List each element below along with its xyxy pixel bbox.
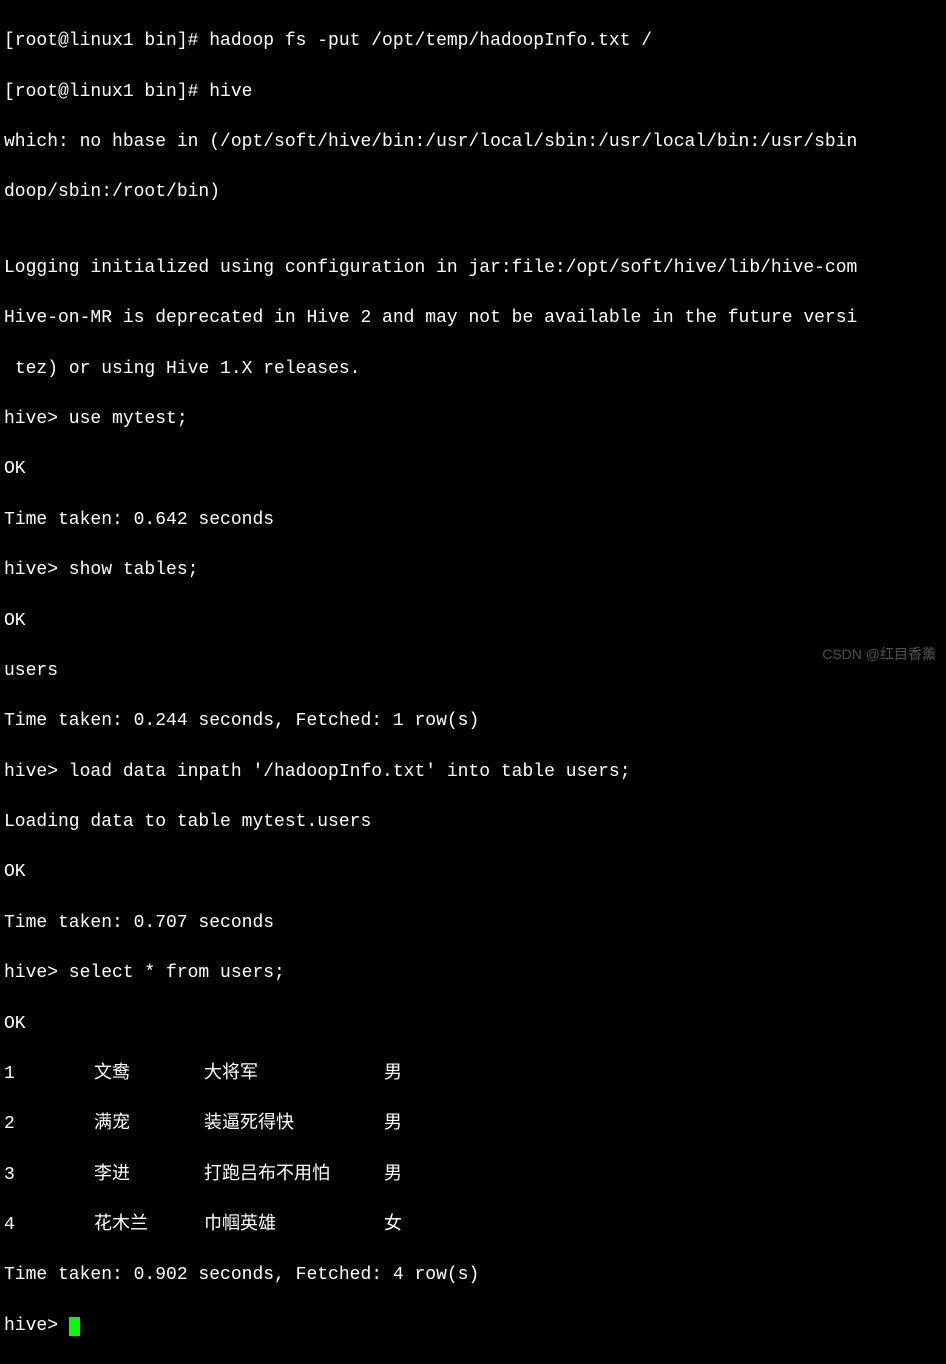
table-row: 4 花木兰 巾帼英雄 女 xyxy=(4,1213,942,1238)
ok-line: OK xyxy=(4,1012,942,1037)
table-row: 1 文鸯 大将军 男 xyxy=(4,1062,942,1087)
hive-command: hive> show tables; xyxy=(4,558,942,583)
cell-gender: 女 xyxy=(384,1213,444,1238)
cell-gender: 男 xyxy=(384,1062,444,1087)
prompt-text: hive> xyxy=(4,1316,69,1336)
cell-title: 打跑吕布不用怕 xyxy=(204,1163,384,1188)
cursor xyxy=(69,1317,80,1336)
cell-id: 2 xyxy=(4,1112,94,1137)
time-taken-line: Time taken: 0.642 seconds xyxy=(4,508,942,533)
cell-gender: 男 xyxy=(384,1163,444,1188)
cell-name: 满宠 xyxy=(94,1112,204,1137)
cell-name: 花木兰 xyxy=(94,1213,204,1238)
ok-line: OK xyxy=(4,457,942,482)
table-row: 3 李进 打跑吕布不用怕 男 xyxy=(4,1163,942,1188)
output-line: which: no hbase in (/opt/soft/hive/bin:/… xyxy=(4,130,942,155)
cell-name: 李进 xyxy=(94,1163,204,1188)
output-line: Loading data to table mytest.users xyxy=(4,810,942,835)
ok-line: OK xyxy=(4,609,942,634)
hive-command: hive> load data inpath '/hadoopInfo.txt'… xyxy=(4,760,942,785)
command-line: [root@linux1 bin]# hive xyxy=(4,80,942,105)
time-taken-line: Time taken: 0.902 seconds, Fetched: 4 ro… xyxy=(4,1263,942,1288)
output-line: tez) or using Hive 1.X releases. xyxy=(4,357,942,382)
watermark: CSDN @红目香薰 xyxy=(822,645,936,665)
output-line: Hive-on-MR is deprecated in Hive 2 and m… xyxy=(4,306,942,331)
time-taken-line: Time taken: 0.707 seconds xyxy=(4,911,942,936)
prompt-line[interactable]: hive> xyxy=(4,1314,942,1339)
cell-title: 大将军 xyxy=(204,1062,384,1087)
terminal-output[interactable]: [root@linux1 bin]# hadoop fs -put /opt/t… xyxy=(4,4,942,1364)
output-line: doop/sbin:/root/bin) xyxy=(4,180,942,205)
cell-id: 4 xyxy=(4,1213,94,1238)
hive-command: hive> select * from users; xyxy=(4,961,942,986)
cell-id: 3 xyxy=(4,1163,94,1188)
table-row: 2 满宠 装逼死得快 男 xyxy=(4,1112,942,1137)
ok-line: OK xyxy=(4,860,942,885)
cell-gender: 男 xyxy=(384,1112,444,1137)
cell-title: 巾帼英雄 xyxy=(204,1213,384,1238)
command-line: [root@linux1 bin]# hadoop fs -put /opt/t… xyxy=(4,29,942,54)
output-line: Logging initialized using configuration … xyxy=(4,256,942,281)
cell-title: 装逼死得快 xyxy=(204,1112,384,1137)
cell-name: 文鸯 xyxy=(94,1062,204,1087)
hive-command: hive> use mytest; xyxy=(4,407,942,432)
cell-id: 1 xyxy=(4,1062,94,1087)
time-taken-line: Time taken: 0.244 seconds, Fetched: 1 ro… xyxy=(4,709,942,734)
table-name-line: users xyxy=(4,659,942,684)
